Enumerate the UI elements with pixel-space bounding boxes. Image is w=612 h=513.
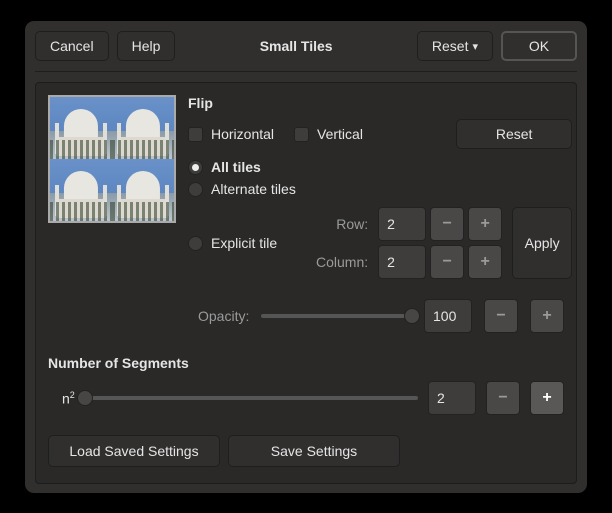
segments-input[interactable]: [428, 381, 476, 415]
opacity-plus-button[interactable]: +: [530, 299, 564, 333]
vertical-label: Vertical: [317, 126, 363, 142]
reset-label: Reset: [432, 38, 469, 54]
all-tiles-radio[interactable]: All tiles: [188, 159, 261, 175]
radio-dot: [188, 236, 203, 251]
flip-section-title: Flip: [188, 95, 572, 111]
row-label: Row:: [316, 216, 374, 232]
segments-plus-button[interactable]: +: [530, 381, 564, 415]
radio-dot: [188, 182, 203, 197]
n-squared-label: n2: [48, 390, 75, 407]
alternate-tiles-label: Alternate tiles: [211, 181, 296, 197]
segments-slider[interactable]: [85, 396, 418, 400]
horizontal-checkbox[interactable]: Horizontal: [188, 126, 274, 142]
checkbox-box: [188, 127, 203, 142]
vertical-checkbox[interactable]: Vertical: [294, 126, 363, 142]
header-bar: Cancel Help Small Tiles Reset ▾ OK: [35, 31, 577, 72]
segments-slider-thumb[interactable]: [77, 390, 93, 406]
preview-thumbnail: [48, 95, 176, 223]
flip-reset-button[interactable]: Reset: [456, 119, 572, 149]
horizontal-label: Horizontal: [211, 126, 274, 142]
chevron-down-icon: ▾: [472, 40, 478, 53]
segments-title: Number of Segments: [48, 355, 564, 371]
opacity-label: Opacity:: [198, 308, 249, 324]
alternate-tiles-radio[interactable]: Alternate tiles: [188, 181, 296, 197]
content-panel: Flip Horizontal Vertical Reset: [35, 82, 577, 484]
row-input[interactable]: [378, 207, 426, 241]
row-plus-button[interactable]: +: [468, 207, 502, 241]
help-button[interactable]: Help: [117, 31, 176, 61]
explicit-tile-radio[interactable]: Explicit tile: [188, 235, 277, 251]
apply-button[interactable]: Apply: [512, 207, 572, 279]
checkbox-box: [294, 127, 309, 142]
column-plus-button[interactable]: +: [468, 245, 502, 279]
reset-dropdown-button[interactable]: Reset ▾: [417, 31, 493, 61]
explicit-tile-label: Explicit tile: [211, 235, 277, 251]
column-input[interactable]: [378, 245, 426, 279]
load-settings-button[interactable]: Load Saved Settings: [48, 435, 220, 467]
segments-minus-button[interactable]: −: [486, 381, 520, 415]
dialog-window: Cancel Help Small Tiles Reset ▾ OK Flip …: [25, 21, 587, 493]
opacity-slider[interactable]: [261, 314, 412, 318]
ok-button[interactable]: OK: [501, 31, 577, 61]
column-label: Column:: [316, 254, 374, 270]
radio-dot: [188, 160, 203, 175]
opacity-input[interactable]: [424, 299, 472, 333]
save-settings-button[interactable]: Save Settings: [228, 435, 400, 467]
dialog-title: Small Tiles: [183, 38, 409, 54]
all-tiles-label: All tiles: [211, 159, 261, 175]
cancel-button[interactable]: Cancel: [35, 31, 109, 61]
opacity-minus-button[interactable]: −: [484, 299, 518, 333]
column-minus-button[interactable]: −: [430, 245, 464, 279]
row-minus-button[interactable]: −: [430, 207, 464, 241]
opacity-slider-thumb[interactable]: [404, 308, 420, 324]
